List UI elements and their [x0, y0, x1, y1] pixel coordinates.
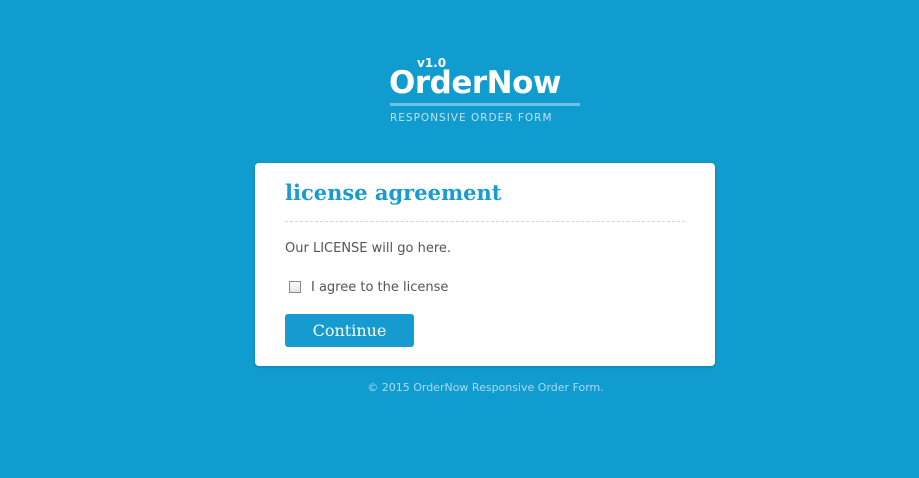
license-card: license agreement Our LICENSE will go he… — [255, 163, 715, 366]
logo-name: OrderNow — [389, 65, 562, 101]
footer-copyright: © 2015 OrderNow Responsive Order Form. — [367, 381, 604, 394]
continue-button[interactable]: Continue — [285, 314, 414, 347]
agree-row[interactable]: I agree to the license — [289, 277, 448, 297]
agree-checkbox[interactable] — [289, 281, 301, 293]
agree-label[interactable]: I agree to the license — [311, 280, 448, 295]
logo-tagline: RESPONSIVE ORDER FORM — [390, 112, 553, 124]
license-text: Our LICENSE will go here. — [285, 241, 452, 256]
logo-underline — [390, 103, 580, 106]
card-title: license agreement — [285, 180, 502, 205]
card-divider — [285, 221, 685, 222]
